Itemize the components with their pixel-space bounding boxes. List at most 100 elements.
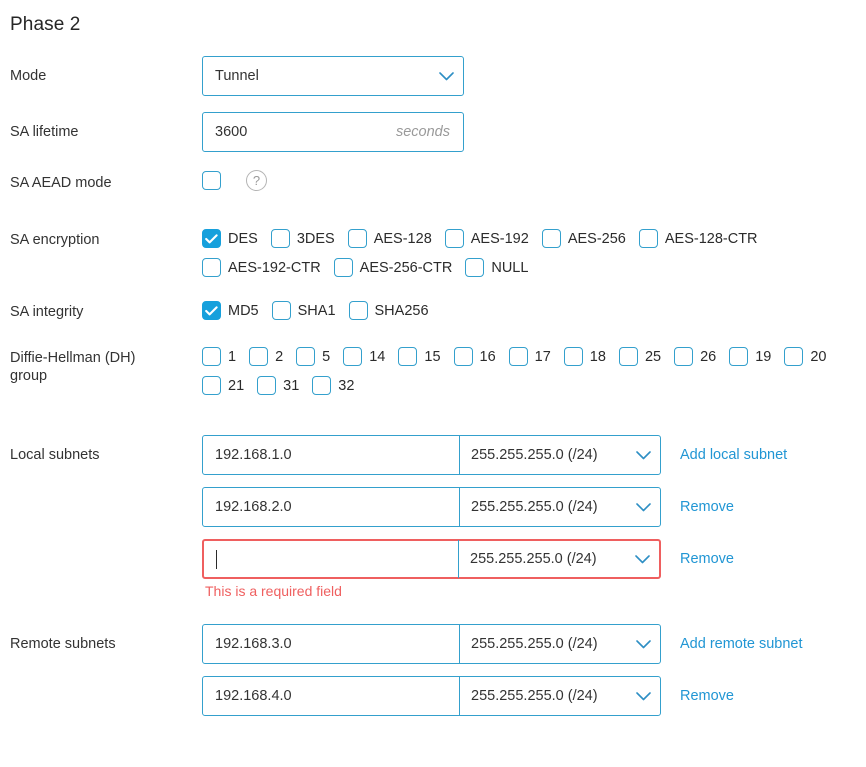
- local-subnet-mask-select-3[interactable]: 255.255.255.0 (/24): [459, 541, 659, 577]
- checkbox-box[interactable]: [202, 258, 221, 277]
- checkbox-des[interactable]: DES: [202, 225, 258, 252]
- checkbox-label: 18: [590, 349, 606, 365]
- checkbox-dh-25[interactable]: 25: [619, 343, 661, 370]
- mode-select[interactable]: Tunnel: [202, 56, 464, 96]
- checkbox-box[interactable]: [257, 376, 276, 395]
- checkbox-dh-14[interactable]: 14: [343, 343, 385, 370]
- local-subnet-mask-select-1[interactable]: 255.255.255.0 (/24): [460, 436, 660, 474]
- checkbox-label: 20: [810, 349, 826, 365]
- sa-lifetime-input[interactable]: 3600 seconds: [202, 112, 464, 152]
- subnet-input-group-error: 255.255.255.0 (/24): [202, 539, 661, 579]
- checkbox-box[interactable]: [465, 258, 484, 277]
- checkbox-box[interactable]: [334, 258, 353, 277]
- checkbox-dh-1[interactable]: 1: [202, 343, 236, 370]
- checkbox-label: SHA256: [375, 303, 429, 319]
- checkbox-box[interactable]: [509, 347, 528, 366]
- checkbox-aes-192-ctr[interactable]: AES-192-CTR: [202, 254, 321, 281]
- checkbox-label: MD5: [228, 303, 259, 319]
- checkbox-label: AES-128: [374, 231, 432, 247]
- checkbox-aes-256-ctr[interactable]: AES-256-CTR: [334, 254, 453, 281]
- checkbox-dh-21[interactable]: 21: [202, 372, 244, 399]
- checkbox-box[interactable]: [272, 301, 291, 320]
- checkbox-dh-5[interactable]: 5: [296, 343, 330, 370]
- checkbox-box[interactable]: [249, 347, 268, 366]
- checkbox-null[interactable]: NULL: [465, 254, 528, 281]
- checkbox-aes-256[interactable]: AES-256: [542, 225, 626, 252]
- remove-remote-subnet-link-2[interactable]: Remove: [680, 688, 734, 704]
- checkbox-dh-31[interactable]: 31: [257, 372, 299, 399]
- checkbox-dh-16[interactable]: 16: [454, 343, 496, 370]
- control-sa-encryption: DES 3DES AES-128 AES-192: [202, 225, 866, 281]
- checkbox-dh-18[interactable]: 18: [564, 343, 606, 370]
- checkbox-box[interactable]: [445, 229, 464, 248]
- remote-subnet-ip-input-2[interactable]: 192.168.4.0: [203, 677, 459, 715]
- checkbox-box[interactable]: [674, 347, 693, 366]
- checkbox-dh-32[interactable]: 32: [312, 372, 354, 399]
- remove-local-subnet-link-2[interactable]: Remove: [680, 499, 734, 515]
- checkbox-aes-128[interactable]: AES-128: [348, 225, 432, 252]
- chevron-down-icon[interactable]: [626, 503, 660, 512]
- checkbox-box[interactable]: [542, 229, 561, 248]
- sa-aead-mode-checkbox[interactable]: [202, 171, 221, 190]
- local-subnet-mask-select-2[interactable]: 255.255.255.0 (/24): [460, 488, 660, 526]
- add-local-subnet-link[interactable]: Add local subnet: [680, 447, 787, 463]
- checkbox-aes-192[interactable]: AES-192: [445, 225, 529, 252]
- checkbox-box[interactable]: [454, 347, 473, 366]
- checkbox-box[interactable]: [296, 347, 315, 366]
- checkbox-box[interactable]: [619, 347, 638, 366]
- remove-local-subnet-link-3[interactable]: Remove: [680, 551, 734, 567]
- checkbox-box[interactable]: [349, 301, 368, 320]
- checkbox-box[interactable]: [784, 347, 803, 366]
- checkbox-dh-2[interactable]: 2: [249, 343, 283, 370]
- add-remote-subnet-link[interactable]: Add remote subnet: [680, 636, 803, 652]
- chevron-down-icon[interactable]: [625, 555, 659, 564]
- local-subnet-ip-input-3[interactable]: [204, 541, 458, 577]
- checkbox-label: DES: [228, 231, 258, 247]
- remote-subnet-mask-select-2[interactable]: 255.255.255.0 (/24): [460, 677, 660, 715]
- remote-subnet-mask-select-1[interactable]: 255.255.255.0 (/24): [460, 625, 660, 663]
- checkbox-3des[interactable]: 3DES: [271, 225, 335, 252]
- checkbox-box[interactable]: [312, 376, 331, 395]
- checkbox-box[interactable]: [639, 229, 658, 248]
- checkbox-box[interactable]: [202, 229, 221, 248]
- question-mark-icon[interactable]: ?: [246, 170, 267, 191]
- sa-integrity-checkbox-group: MD5 SHA1 SHA256: [202, 297, 866, 324]
- remote-subnet-ip-input-1[interactable]: 192.168.3.0: [203, 625, 459, 663]
- checkbox-box[interactable]: [271, 229, 290, 248]
- checkbox-sha1[interactable]: SHA1: [272, 297, 336, 324]
- checkbox-label: 17: [535, 349, 551, 365]
- checkbox-box[interactable]: [564, 347, 583, 366]
- checkbox-box[interactable]: [348, 229, 367, 248]
- chevron-down-icon[interactable]: [429, 72, 463, 81]
- subnet-input-group: 192.168.3.0 255.255.255.0 (/24): [202, 624, 661, 664]
- control-mode: Tunnel: [202, 56, 866, 96]
- checkbox-box[interactable]: [202, 347, 221, 366]
- chevron-down-icon[interactable]: [626, 640, 660, 649]
- page-title: Phase 2: [10, 14, 80, 36]
- checkbox-aes-128-ctr[interactable]: AES-128-CTR: [639, 225, 758, 252]
- checkbox-box[interactable]: [202, 301, 221, 320]
- checkbox-label: 21: [228, 378, 244, 394]
- checkbox-dh-17[interactable]: 17: [509, 343, 551, 370]
- checkbox-dh-19[interactable]: 19: [729, 343, 771, 370]
- checkbox-label: 25: [645, 349, 661, 365]
- dh-group-checkbox-group-row1: 1 2 5 14 15: [202, 343, 866, 370]
- checkbox-md5[interactable]: MD5: [202, 297, 259, 324]
- form-row-sa-encryption: SA encryption DES 3DES AES-128: [0, 225, 866, 297]
- checkbox-label: 16: [480, 349, 496, 365]
- checkbox-dh-15[interactable]: 15: [398, 343, 440, 370]
- checkbox-label: 31: [283, 378, 299, 394]
- question-mark-glyph: ?: [253, 174, 260, 187]
- checkbox-sha256[interactable]: SHA256: [349, 297, 429, 324]
- checkbox-label: AES-256: [568, 231, 626, 247]
- checkbox-box[interactable]: [398, 347, 417, 366]
- local-subnet-ip-input-2[interactable]: 192.168.2.0: [203, 488, 459, 526]
- checkbox-box[interactable]: [729, 347, 748, 366]
- chevron-down-icon[interactable]: [626, 692, 660, 701]
- chevron-down-icon[interactable]: [626, 451, 660, 460]
- checkbox-box[interactable]: [202, 376, 221, 395]
- checkbox-box[interactable]: [343, 347, 362, 366]
- checkbox-dh-20[interactable]: 20: [784, 343, 826, 370]
- checkbox-dh-26[interactable]: 26: [674, 343, 716, 370]
- local-subnet-ip-input-1[interactable]: 192.168.1.0: [203, 436, 459, 474]
